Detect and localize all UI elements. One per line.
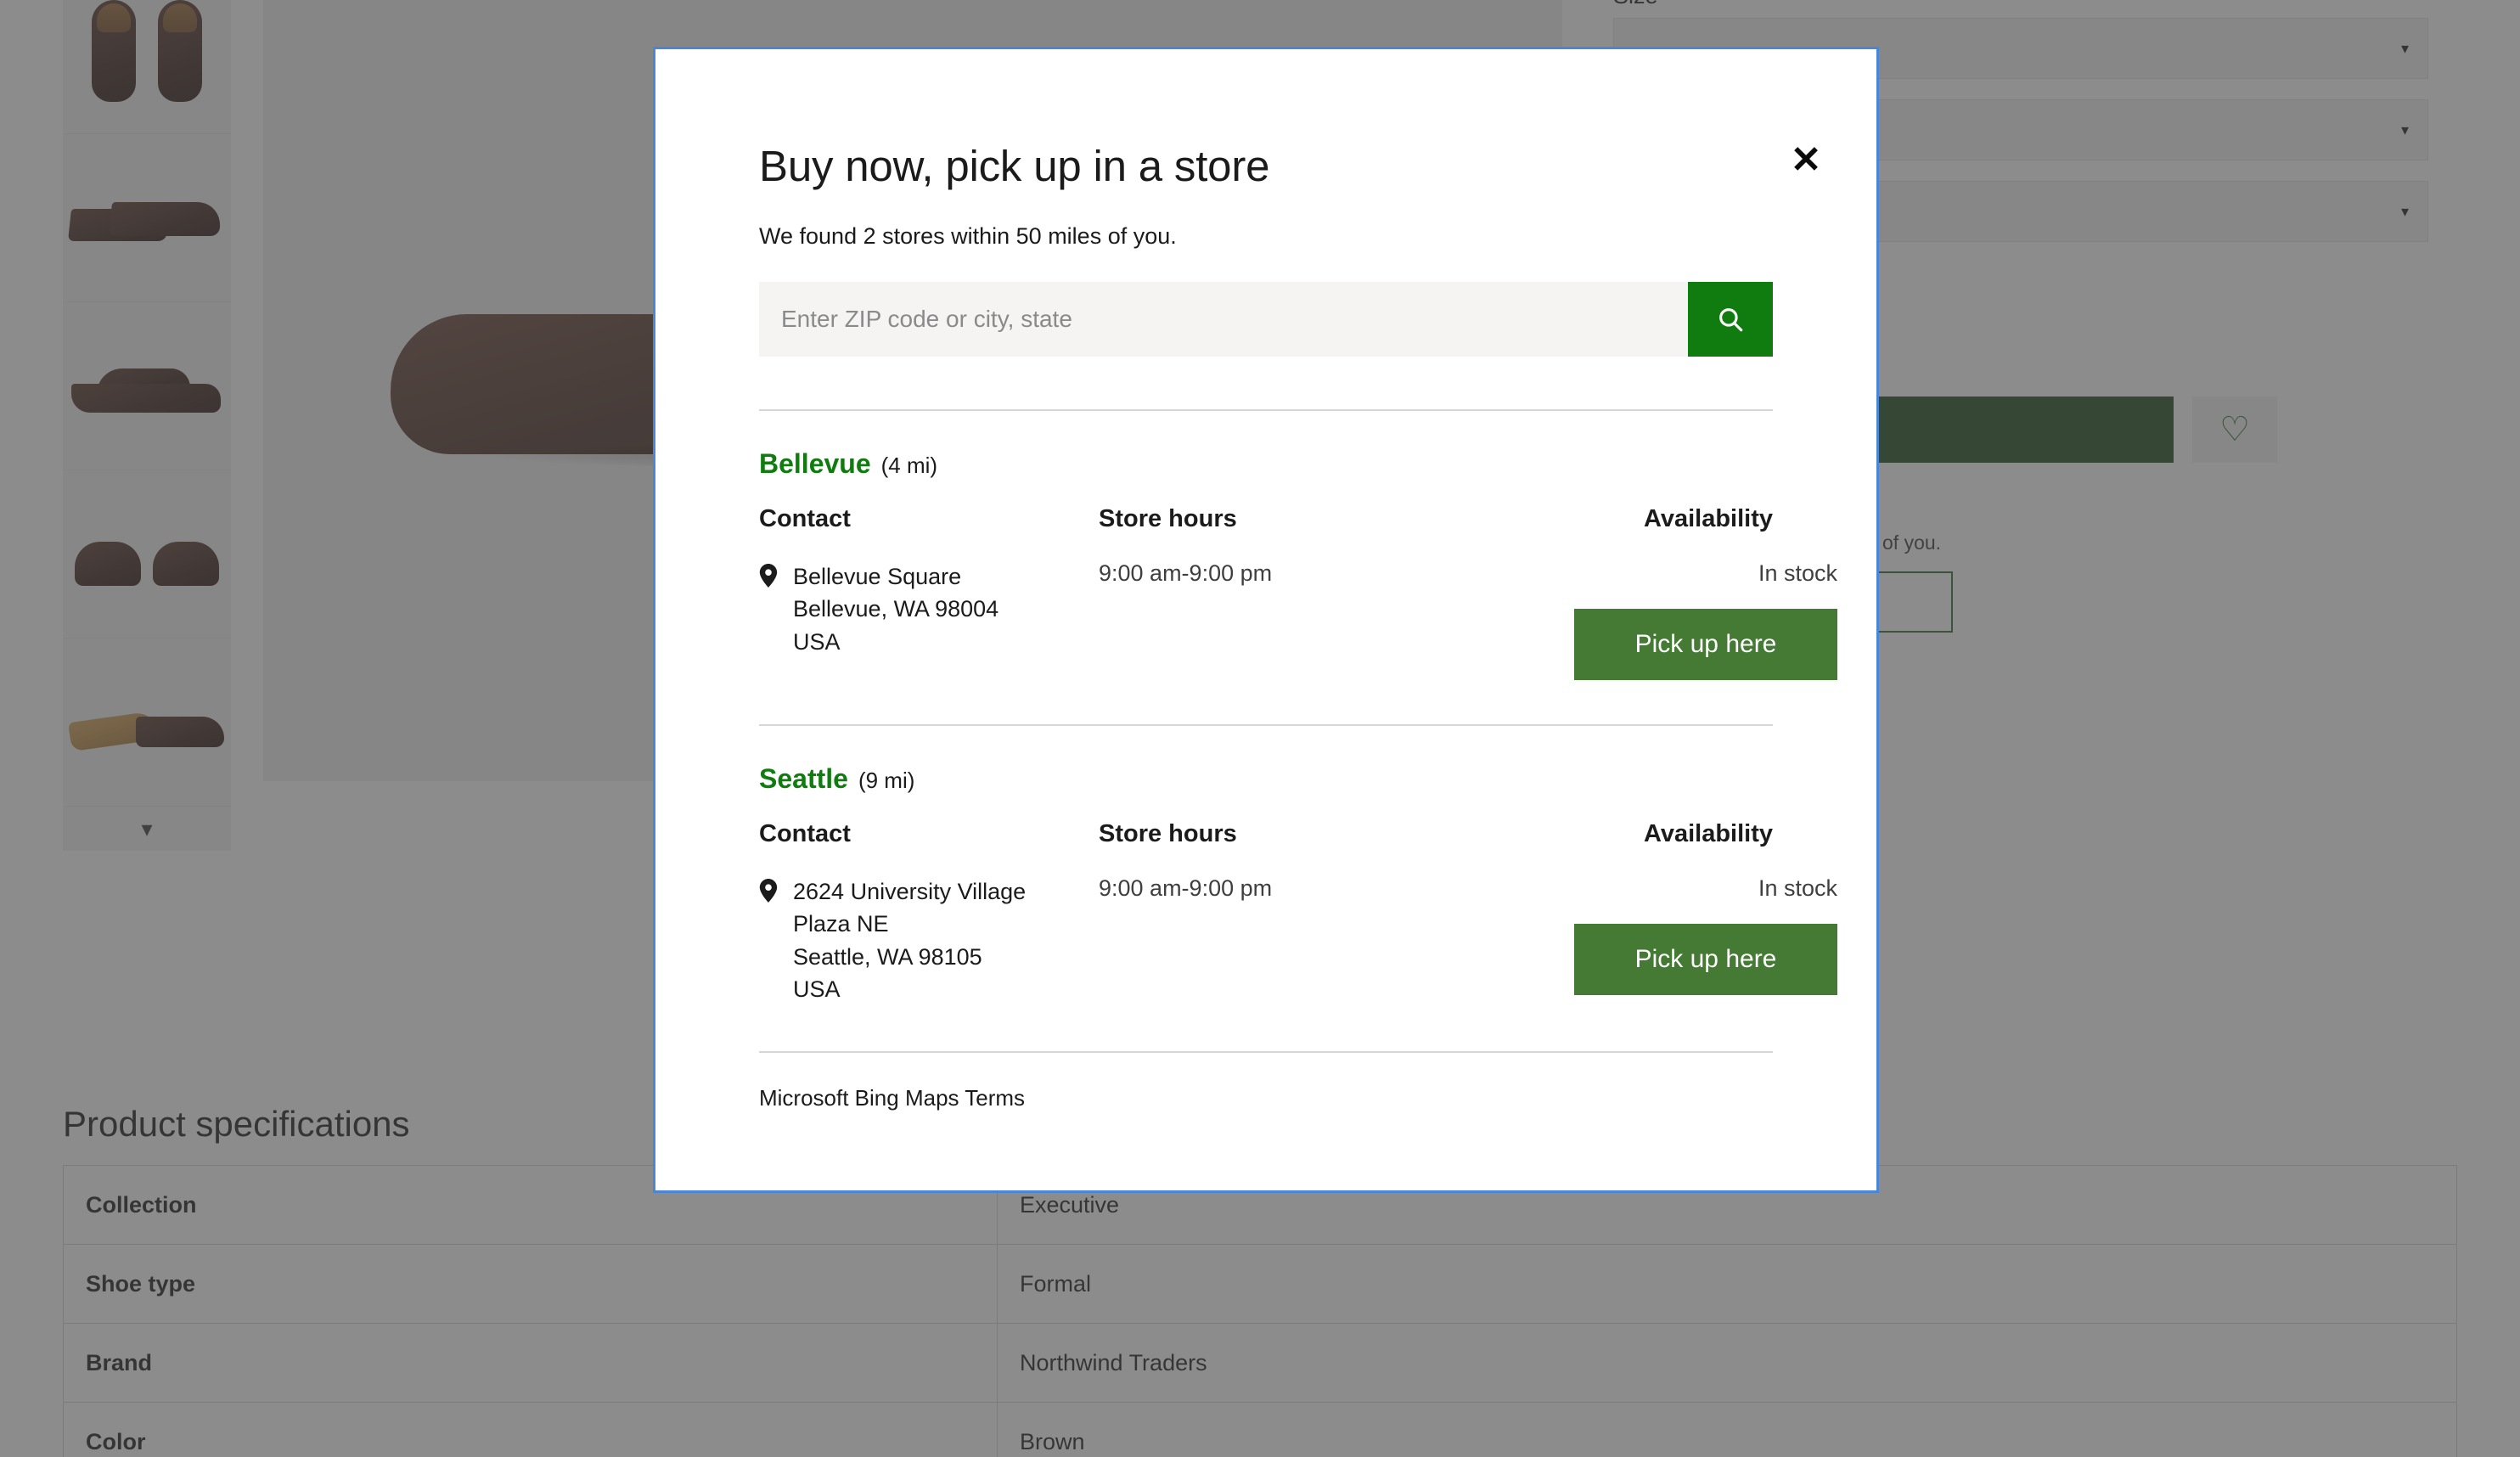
store-name-row: Seattle (9 mi) [759, 763, 1773, 795]
store-address: 2624 University Village Plaza NE Seattle… [759, 875, 1099, 1005]
address-line: Bellevue, WA 98004 [793, 596, 999, 622]
store-hours: 9:00 am-9:00 pm [1099, 875, 1273, 901]
store-column-headers: Contact Store hours Availability [759, 505, 1773, 533]
store-name[interactable]: Seattle [759, 763, 848, 795]
status-badge: In stock [1758, 875, 1837, 901]
search-icon [1719, 308, 1743, 332]
bing-maps-terms-link[interactable]: Microsoft Bing Maps Terms [759, 1085, 1773, 1111]
store-details: Bellevue Square Bellevue, WA 98004 USA 9… [759, 560, 1837, 680]
address-line: 2624 University Village [793, 879, 1027, 904]
page-root: ▾ Size ▾ ▾ ▾ + Add to Cart ♡ [0, 0, 2520, 1457]
modal-title: Buy now, pick up in a store [759, 142, 1270, 190]
pick-up-here-button[interactable]: Pick up here [1574, 609, 1837, 680]
store-address: Bellevue Square Bellevue, WA 98004 USA [759, 560, 1099, 680]
store-result-item: Seattle (9 mi) Contact Store hours Avail… [759, 726, 1837, 1005]
status-badge: In stock [1758, 560, 1837, 586]
pick-up-here-button[interactable]: Pick up here [1574, 924, 1837, 995]
store-availability-cell: In stock Pick up here [1574, 560, 1837, 680]
column-header-availability: Availability [1643, 820, 1773, 847]
search-button[interactable] [1688, 282, 1773, 357]
store-distance: (4 mi) [880, 453, 938, 478]
column-header-contact: Contact [759, 505, 851, 532]
modal-subtitle: We found 2 stores within 50 miles of you… [759, 223, 1177, 249]
address-line: Plaza NE [793, 911, 889, 937]
search-input[interactable] [759, 282, 1688, 357]
store-distance: (9 mi) [858, 768, 915, 793]
address-line: USA [793, 628, 841, 655]
location-pin-icon [759, 875, 778, 1005]
store-column-headers: Contact Store hours Availability [759, 820, 1773, 848]
divider [759, 1051, 1773, 1054]
location-pin-icon [759, 560, 778, 680]
store-name[interactable]: Bellevue [759, 448, 871, 480]
store-availability-cell: In stock Pick up here [1574, 875, 1837, 1005]
store-pickup-modal: ✕ Buy now, pick up in a store We found 2… [653, 47, 1879, 1193]
store-address-lines: 2624 University Village Plaza NE Seattle… [793, 875, 1026, 1005]
store-hours: 9:00 am-9:00 pm [1099, 560, 1273, 586]
address-line: USA [793, 976, 841, 1002]
address-line: Bellevue Square [793, 564, 962, 589]
close-icon[interactable]: ✕ [1783, 138, 1829, 183]
column-header-contact: Contact [759, 820, 851, 847]
store-result-item: Bellevue (4 mi) Contact Store hours Avai… [759, 411, 1837, 680]
store-details: 2624 University Village Plaza NE Seattle… [759, 875, 1837, 1005]
store-search-row [759, 282, 1773, 357]
column-header-hours: Store hours [1099, 505, 1237, 532]
store-name-row: Bellevue (4 mi) [759, 448, 1773, 480]
address-line: Seattle, WA 98105 [793, 943, 982, 970]
store-address-lines: Bellevue Square Bellevue, WA 98004 USA [793, 560, 998, 680]
column-header-hours: Store hours [1099, 820, 1237, 847]
column-header-availability: Availability [1643, 505, 1773, 532]
